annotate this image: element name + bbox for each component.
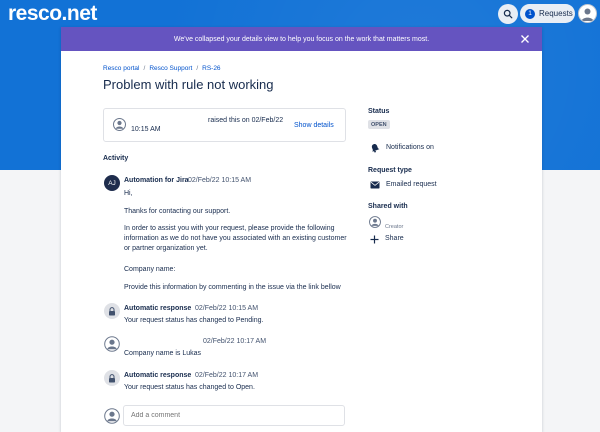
- breadcrumb: Resco portal / Resco Support / RS-26: [103, 65, 221, 72]
- banner-close-button[interactable]: [518, 32, 532, 46]
- breadcrumb-separator: /: [143, 65, 146, 72]
- entry-paragraph: Hi,: [124, 190, 133, 197]
- raised-date-text: raised this on 02/Feb/22: [208, 117, 284, 124]
- resco-logo[interactable]: resco.net: [8, 2, 97, 26]
- shared-with-label: Shared with: [368, 203, 408, 210]
- raised-time-text: 10:15 AM: [131, 126, 161, 133]
- search-icon: [503, 9, 513, 19]
- entry-paragraph: Company name:: [124, 266, 176, 273]
- entry-date: 02/Feb/22 10:17 AM: [203, 338, 267, 345]
- email-icon: [370, 181, 380, 189]
- banner-text: We've collapsed your details view to hel…: [173, 35, 430, 43]
- status-label: Status: [368, 108, 390, 115]
- user-icon: [581, 8, 594, 21]
- page-title: Problem with rule not working: [103, 77, 274, 92]
- entry-date: 02/Feb/22 10:17 AM: [195, 372, 259, 379]
- profile-avatar[interactable]: [578, 4, 597, 23]
- entry-date: 02/Feb/22 10:15 AM: [195, 305, 259, 312]
- request-type-value: Emailed request: [386, 181, 437, 188]
- collapsed-view-banner: We've collapsed your details view to hel…: [61, 27, 542, 51]
- search-button[interactable]: [498, 4, 518, 24]
- automation-avatar: AJ: [104, 175, 120, 191]
- requests-label: Requests: [539, 9, 573, 18]
- breadcrumb-support[interactable]: Resco Support: [149, 65, 192, 72]
- notifications-toggle[interactable]: Notifications on: [386, 144, 434, 151]
- entry-author: Automatic response: [124, 305, 192, 312]
- entry-text: Your request status has changed to Open.: [124, 384, 255, 391]
- activity-heading: Activity: [103, 155, 129, 162]
- reporter-avatar-icon: [113, 118, 126, 131]
- requests-count-badge: 1: [525, 8, 535, 19]
- breadcrumb-issue-key[interactable]: RS-26: [202, 65, 220, 72]
- plus-icon: [370, 235, 379, 244]
- raised-details-card: raised this on 02/Feb/22 10:15 AM Show d…: [103, 108, 346, 142]
- request-panel: We've collapsed your details view to hel…: [61, 27, 542, 432]
- entry-paragraph: Provide this information by commenting i…: [124, 284, 341, 291]
- share-button[interactable]: Share: [385, 235, 404, 242]
- entry-paragraph: In order to assist you with your request…: [124, 225, 347, 253]
- add-comment-input[interactable]: [123, 405, 345, 426]
- requests-button[interactable]: 1 Requests: [520, 4, 575, 23]
- show-details-link[interactable]: Show details: [294, 122, 334, 129]
- entry-text: Your request status has changed to Pendi…: [124, 317, 264, 324]
- close-icon: [521, 35, 529, 43]
- entry-date: 02/Feb/22 10:15 AM: [188, 177, 252, 184]
- creator-avatar-icon: [369, 216, 381, 228]
- creator-label: Creator: [385, 224, 404, 230]
- entry-paragraph: Thanks for contacting our support.: [124, 208, 231, 215]
- entry-author: Automation for Jira: [124, 177, 189, 184]
- request-type-label: Request type: [368, 167, 412, 174]
- current-user-avatar-icon: [104, 408, 120, 424]
- automatic-response-avatar: [104, 370, 120, 386]
- status-badge: OPEN: [368, 120, 390, 129]
- automatic-response-avatar: [104, 303, 120, 319]
- entry-text: Company name is Lukas: [124, 350, 202, 357]
- user-avatar-icon: [104, 336, 120, 352]
- entry-author: Automatic response: [124, 372, 192, 379]
- lock-icon: [109, 373, 115, 382]
- lock-icon: [109, 306, 115, 315]
- bell-icon: [371, 144, 380, 153]
- breadcrumb-separator: /: [196, 65, 199, 72]
- breadcrumb-portal[interactable]: Resco portal: [103, 65, 140, 72]
